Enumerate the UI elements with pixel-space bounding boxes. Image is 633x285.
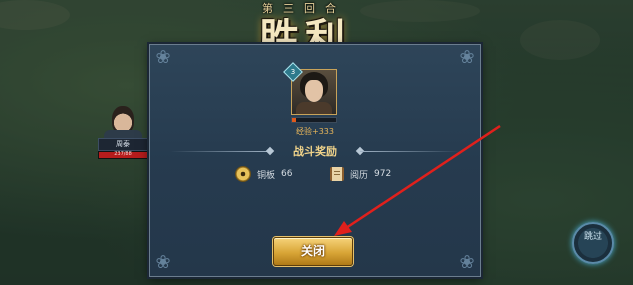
arrow-head xyxy=(334,221,352,236)
annotation-arrow-icon xyxy=(334,124,501,236)
arrow-shaft xyxy=(342,124,501,232)
